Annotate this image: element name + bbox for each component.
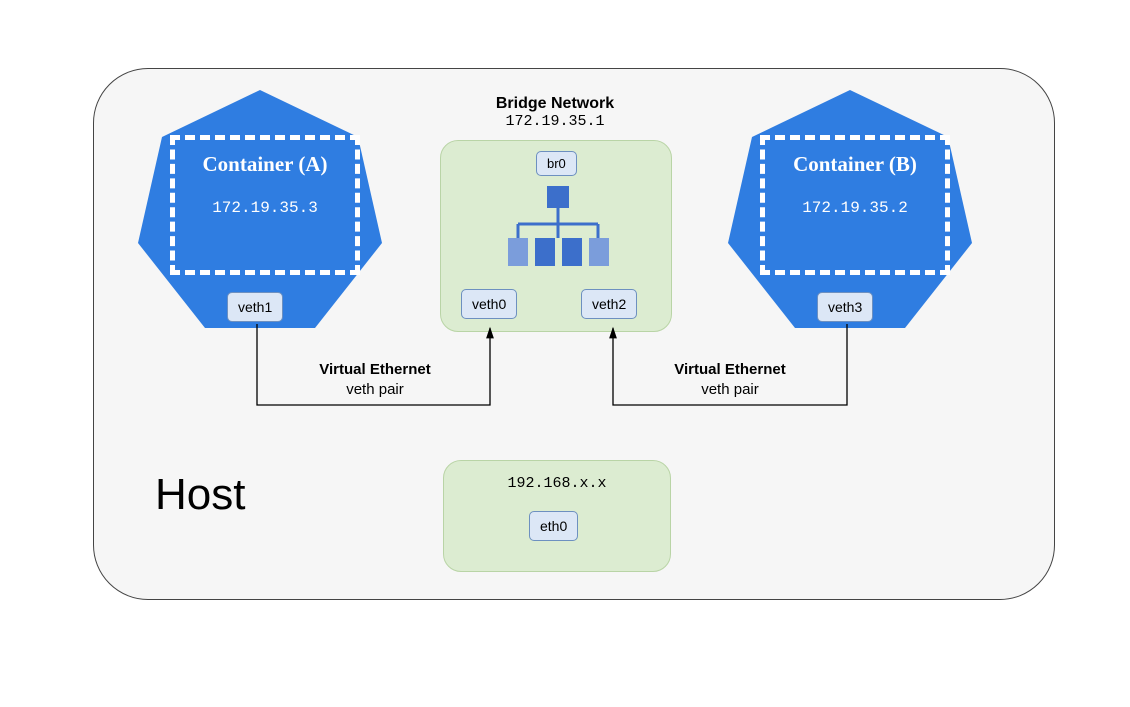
bridge-br0: br0 [536, 151, 577, 176]
veth-pair-left-title: Virtual Ethernet [319, 361, 430, 378]
veth-pair-right-sub: veth pair [701, 381, 759, 398]
host-nic-ip: 192.168.x.x [444, 475, 670, 492]
container-a-veth: veth1 [227, 292, 283, 322]
container-b-inner: Container (B) 172.19.35.2 [760, 135, 950, 275]
container-a-inner: Container (A) 172.19.35.3 [170, 135, 360, 275]
container-a-name: Container (A) [175, 152, 355, 177]
bridge-panel: br0 veth0 veth2 [440, 140, 672, 332]
veth-pair-left-sub: veth pair [346, 381, 404, 398]
veth-pair-right-title: Virtual Ethernet [674, 361, 785, 378]
host-label: Host [155, 470, 245, 520]
bridge-title-block: Bridge Network 172.19.35.1 [440, 95, 670, 130]
host-nic-panel: 192.168.x.x eth0 [443, 460, 671, 572]
bridge-tree-icon [503, 186, 613, 271]
veth-pair-right: Virtual Ethernet veth pair [650, 360, 810, 399]
host-nic-if: eth0 [529, 511, 578, 541]
bridge-veth0: veth0 [461, 289, 517, 319]
bridge-veth2: veth2 [581, 289, 637, 319]
veth-pair-left: Virtual Ethernet veth pair [295, 360, 455, 399]
container-a-ip: 172.19.35.3 [175, 199, 355, 217]
container-b-name: Container (B) [765, 152, 945, 177]
container-b-ip: 172.19.35.2 [765, 199, 945, 217]
bridge-title: Bridge Network [440, 95, 670, 113]
bridge-ip: 172.19.35.1 [440, 113, 670, 130]
container-b-veth: veth3 [817, 292, 873, 322]
